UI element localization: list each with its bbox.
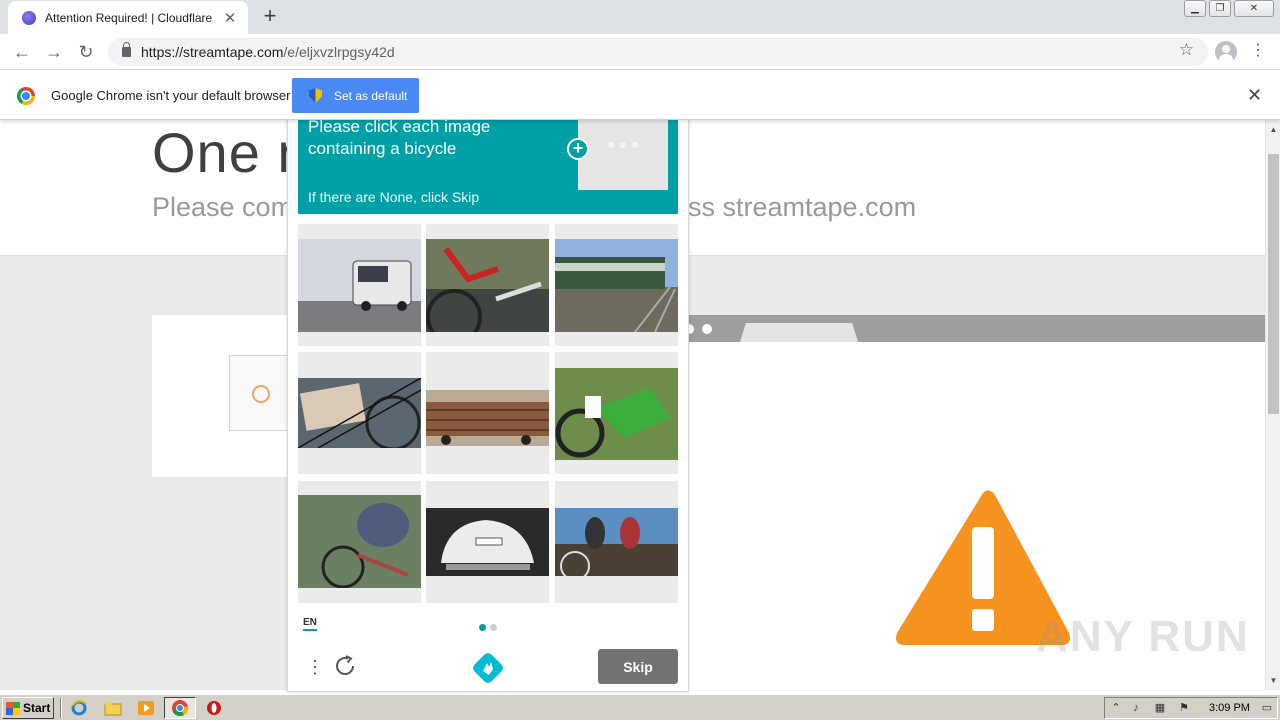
- media-player-icon[interactable]: [137, 699, 155, 717]
- skip-button[interactable]: Skip: [598, 649, 678, 684]
- image-cell-bicycle[interactable]: [555, 481, 678, 603]
- internet-explorer-icon[interactable]: [70, 699, 88, 717]
- page-subtitle-left: Please com: [152, 192, 294, 222]
- browser-toolbar: ← → ↻ https://streamtape.com/e/eljxvzlrp…: [0, 34, 1280, 70]
- image-cell-motorcycle[interactable]: [555, 352, 678, 474]
- file-explorer-icon[interactable]: [104, 699, 122, 717]
- image-cell-bicycle[interactable]: [298, 352, 421, 474]
- refresh-icon[interactable]: [333, 654, 357, 678]
- window-close-button[interactable]: ✕: [1234, 0, 1274, 17]
- hcaptcha-logo-icon[interactable]: [472, 652, 504, 684]
- tab-close-icon[interactable]: ✕: [222, 9, 238, 27]
- window-controls: ▁ ❐ ✕: [1184, 0, 1274, 17]
- image-cell-bicycle[interactable]: [426, 224, 549, 346]
- forward-arrow-icon[interactable]: →: [42, 40, 66, 64]
- image-cell-train[interactable]: [555, 224, 678, 346]
- challenge-prompt: Please click each image containing a bic…: [298, 106, 678, 214]
- bicycle-image: [555, 508, 678, 576]
- plus-icon[interactable]: +: [567, 138, 589, 160]
- address-bar[interactable]: https://streamtape.com/e/eljxvzlrpgsy42d…: [108, 38, 1208, 66]
- motorcycle-image: [555, 368, 678, 460]
- windows-logo-icon: [6, 701, 20, 715]
- example-loading-dots: [608, 142, 638, 148]
- train-image: [555, 239, 678, 332]
- infobar-close-icon[interactable]: ✕: [1247, 85, 1262, 106]
- captcha-menu-icon[interactable]: ⋮: [306, 655, 324, 679]
- image-cell-bicycle[interactable]: [298, 481, 421, 603]
- language-selector[interactable]: EN: [303, 617, 317, 631]
- captcha-checkbox[interactable]: [229, 355, 289, 431]
- bicycle-image: [298, 495, 421, 588]
- bicycle-image: [426, 239, 549, 332]
- image-cell-truck[interactable]: [426, 352, 549, 474]
- page-dot-active: [479, 624, 486, 631]
- scroll-up-icon[interactable]: ▲: [1266, 122, 1280, 137]
- chrome-logo-icon: [17, 87, 35, 105]
- start-label: Start: [23, 701, 51, 715]
- image-cell-bus[interactable]: [298, 224, 421, 346]
- truck-image: [426, 390, 549, 446]
- reload-icon[interactable]: ↻: [74, 40, 98, 64]
- url-path: /e/eljxvzlrpgsy42d: [283, 44, 395, 60]
- show-desktop-icon[interactable]: ▭: [1260, 701, 1274, 715]
- anyrun-watermark: ANY RUN: [1036, 612, 1250, 661]
- prompt-hint: If there are None, click Skip: [308, 189, 480, 205]
- scroll-down-icon[interactable]: ▼: [1266, 673, 1280, 688]
- tray-expand-icon[interactable]: ⌃: [1109, 701, 1123, 715]
- network-icon[interactable]: ▦: [1153, 701, 1167, 715]
- default-browser-infobar: Google Chrome isn't your default browser…: [0, 71, 1280, 120]
- bookmark-star-icon[interactable]: ☆: [1179, 40, 1194, 60]
- scroll-thumb[interactable]: [1268, 154, 1279, 414]
- bicycle-image: [298, 378, 421, 448]
- start-button[interactable]: Start: [2, 697, 54, 719]
- chrome-menu-icon[interactable]: ⋮: [1250, 40, 1266, 64]
- page-scrollbar[interactable]: ▲ ▼: [1265, 120, 1280, 690]
- restore-button[interactable]: ❐: [1209, 0, 1231, 17]
- car-image: [426, 508, 549, 576]
- url-text: https://streamtape.com/e/eljxvzlrpgsy42d: [141, 44, 395, 60]
- action-center-flag-icon[interactable]: ⚑: [1177, 701, 1191, 715]
- bus-image: [298, 239, 421, 332]
- volume-icon[interactable]: ♪: [1129, 701, 1143, 715]
- set-as-default-label: Set as default: [334, 88, 408, 103]
- tab-title: Attention Required! | Cloudflare: [45, 10, 213, 25]
- tab-strip: Attention Required! | Cloudflare ✕ + ▁ ❐…: [0, 0, 1280, 34]
- set-as-default-button[interactable]: Set as default: [292, 78, 419, 113]
- new-tab-button[interactable]: +: [258, 4, 282, 28]
- image-cell-car[interactable]: [426, 481, 549, 603]
- profile-avatar-icon[interactable]: [1215, 41, 1237, 63]
- page-dot: [490, 624, 497, 631]
- lock-icon: [122, 42, 131, 57]
- chrome-icon: [172, 700, 189, 717]
- taskbar-separator: [60, 698, 62, 718]
- uac-shield-icon: [309, 88, 322, 103]
- browser-dot: [702, 324, 712, 334]
- system-tray: ⌃ ♪ ▦ ⚑ 3:09 PM ▭: [1104, 697, 1278, 719]
- minimize-button[interactable]: ▁: [1184, 0, 1206, 17]
- url-host: https://streamtape.com: [141, 44, 284, 60]
- browser-illustration-tab: [740, 323, 858, 342]
- cloudflare-favicon-icon: [22, 10, 36, 25]
- hcaptcha-challenge: Please click each image containing a bic…: [287, 105, 689, 692]
- prompt-text: Please click each image containing a bic…: [308, 117, 491, 158]
- challenge-page-indicator: [479, 624, 497, 631]
- infobar-message: Google Chrome isn't your default browser: [51, 88, 291, 103]
- page-subtitle-right: ss streamtape.com: [688, 192, 917, 222]
- windows-taskbar: Start ⌃ ♪ ▦ ⚑ 3:09 PM ▭: [0, 694, 1280, 720]
- tab-cloudflare[interactable]: Attention Required! | Cloudflare ✕: [8, 1, 248, 34]
- back-arrow-icon[interactable]: ←: [10, 40, 34, 64]
- taskbar-clock[interactable]: 3:09 PM: [1209, 702, 1250, 714]
- opera-icon[interactable]: [205, 699, 223, 717]
